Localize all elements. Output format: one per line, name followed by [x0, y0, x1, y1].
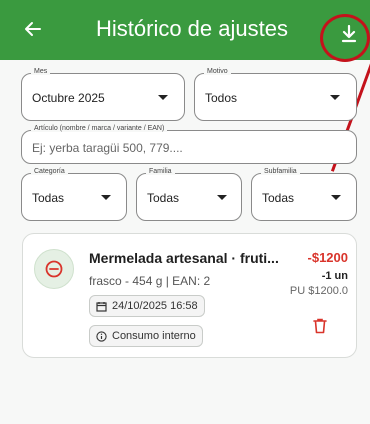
reason-select-value: Todos	[205, 91, 238, 105]
product-details: frasco - 454 g | EAN: 2	[89, 274, 211, 288]
subfamily-select-label: Subfamilia	[261, 168, 300, 175]
calendar-icon	[96, 301, 107, 312]
chevron-down-icon	[331, 195, 341, 200]
family-select-label: Familia	[146, 168, 175, 175]
article-search-input[interactable]: Artículo (nombre / marca / variante / EA…	[21, 125, 357, 164]
back-arrow-icon	[25, 22, 41, 36]
page-title: Histórico de ajustes	[96, 16, 288, 41]
month-select-label: Mes	[31, 68, 51, 75]
family-select[interactable]: Familia Todas	[136, 168, 242, 221]
amount-value: -$1200	[307, 250, 348, 265]
article-search-label: Artículo (nombre / marca / variante / EA…	[31, 125, 168, 132]
date-chip-text: 24/10/2025 16:58	[112, 300, 198, 312]
article-search-placeholder: Ej: yerba taragüi 500, 779....	[32, 141, 183, 155]
product-name: Mermelada artesanal · fruti...	[89, 250, 279, 266]
reason-chip: Consumo interno	[89, 325, 203, 347]
info-icon	[96, 330, 107, 342]
month-select[interactable]: Mes Octubre 2025	[21, 68, 185, 121]
reason-chip-text: Consumo interno	[112, 330, 196, 342]
unit-price-value: PU $1200.0	[289, 285, 348, 297]
chevron-down-icon	[101, 195, 111, 200]
chevron-down-icon	[158, 95, 168, 100]
family-select-value: Todas	[147, 191, 180, 205]
subfamily-select[interactable]: Subfamilia Todas	[251, 168, 357, 221]
adjustment-avatar	[34, 249, 74, 289]
chevron-down-icon	[330, 95, 340, 100]
reason-select-label: Motivo	[204, 68, 231, 75]
chevron-down-icon	[217, 195, 227, 200]
subfamily-select-value: Todas	[262, 191, 295, 205]
quantity-value: -1 un	[321, 270, 348, 282]
back-button[interactable]	[18, 14, 48, 44]
date-chip: 24/10/2025 16:58	[89, 295, 205, 317]
category-select-label: Categoría	[31, 168, 68, 175]
download-button[interactable]	[335, 20, 363, 48]
month-select-value: Octubre 2025	[32, 91, 105, 105]
download-icon	[341, 25, 357, 43]
app-bar: Histórico de ajustes	[0, 0, 370, 60]
trash-icon	[313, 318, 327, 334]
reason-select[interactable]: Motivo Todos	[194, 68, 357, 121]
category-select-value: Todas	[32, 191, 65, 205]
category-select[interactable]: Categoría Todas	[21, 168, 127, 221]
minus-circle-icon	[45, 260, 63, 278]
adjustment-card[interactable]: Mermelada artesanal · fruti... frasco - …	[22, 233, 357, 358]
delete-button[interactable]	[313, 318, 329, 334]
